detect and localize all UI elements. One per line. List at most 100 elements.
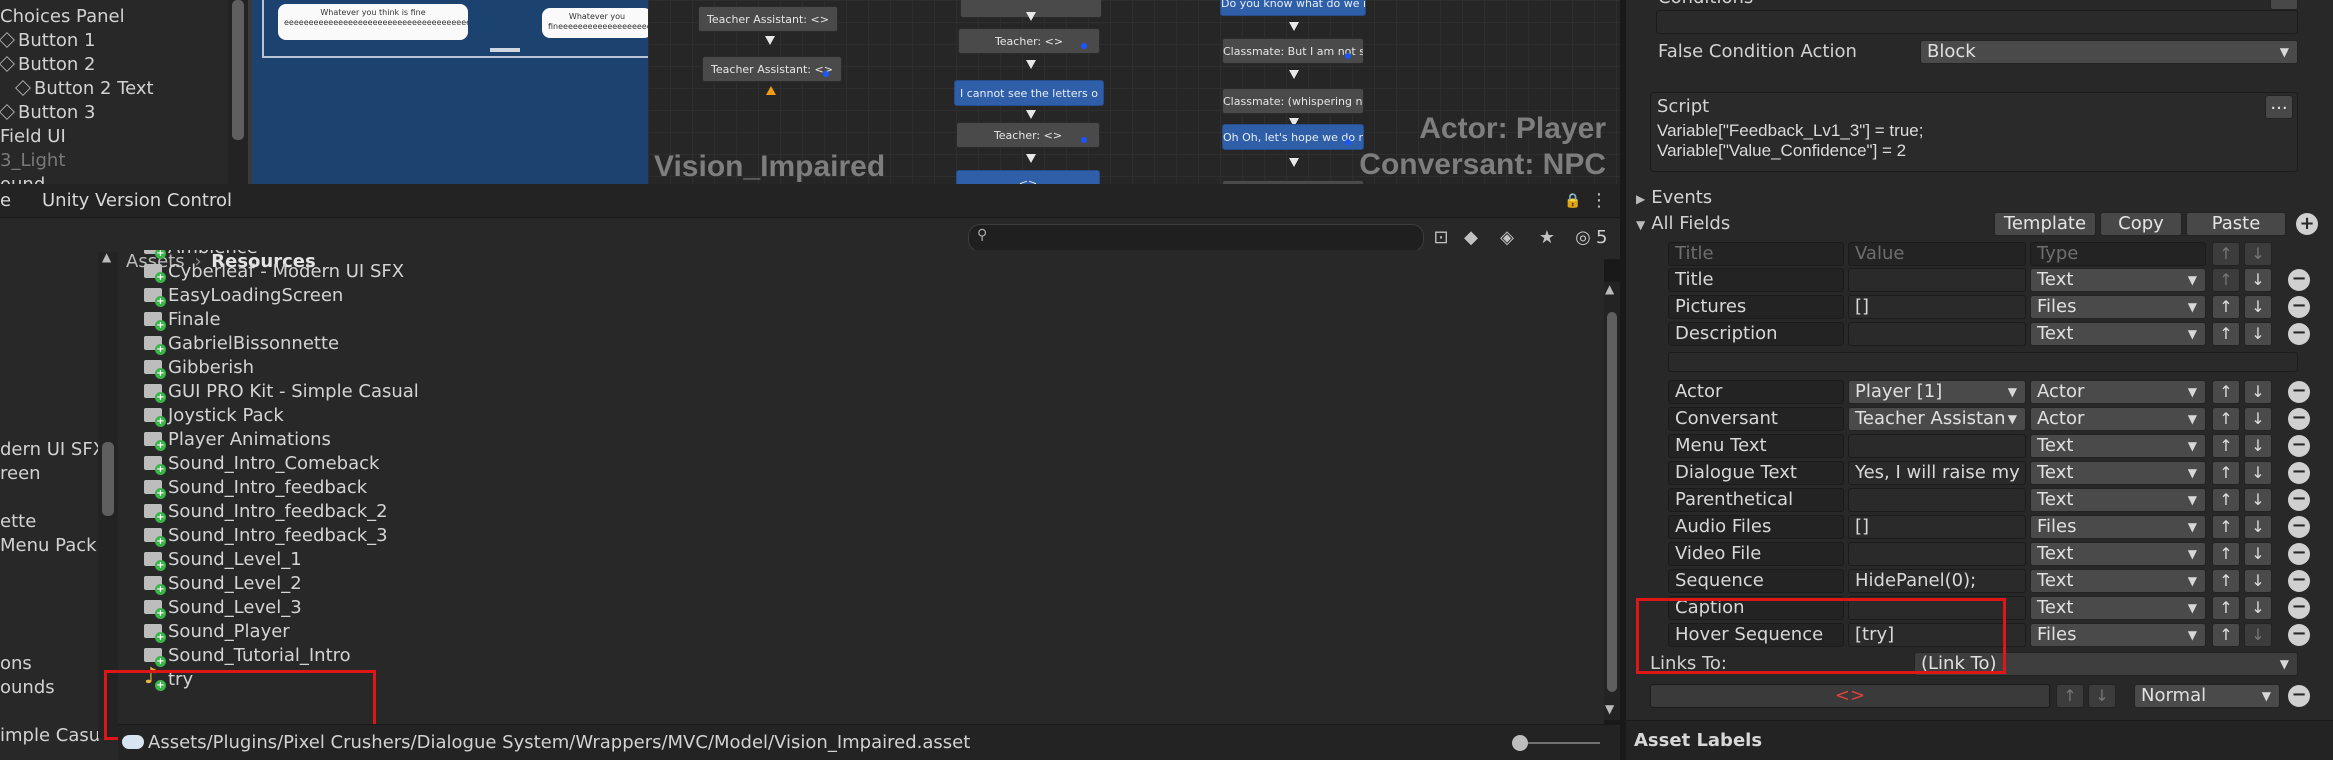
filter-by-type-icon[interactable]: ◆: [1458, 226, 1484, 250]
move-up-button[interactable]: ↑: [2212, 488, 2240, 512]
field-value[interactable]: [1848, 542, 2026, 566]
remove-field-icon[interactable]: −: [2288, 543, 2310, 565]
search-input[interactable]: ⚲: [968, 224, 1424, 252]
field-title[interactable]: Video File: [1668, 542, 1844, 566]
copy-button[interactable]: Copy: [2100, 212, 2182, 236]
field-type-dropdown[interactable]: Text ▼: [2030, 322, 2206, 346]
move-down-button[interactable]: ↓: [2244, 407, 2272, 431]
template-button[interactable]: Template: [1994, 212, 2096, 236]
move-down-button[interactable]: ↓: [2244, 380, 2272, 404]
scroll-up-arrow-icon[interactable]: ▲: [102, 250, 111, 264]
move-up-button[interactable]: ↑: [2212, 380, 2240, 404]
file-list-item[interactable]: Sound_Intro_feedback_3: [144, 524, 388, 548]
link-move-down-button[interactable]: ↓: [2088, 684, 2116, 708]
search-filter-icon[interactable]: ⊡: [1428, 226, 1454, 250]
icon-size-slider-handle[interactable]: [1512, 735, 1528, 751]
move-up-button[interactable]: ↑: [2212, 461, 2240, 485]
add-field-icon[interactable]: +: [2296, 213, 2318, 235]
remove-field-icon[interactable]: −: [2288, 597, 2310, 619]
field-title[interactable]: Pictures: [1668, 295, 1844, 319]
field-type-dropdown[interactable]: Text ▼: [2030, 569, 2206, 593]
folder-tree-item[interactable]: reen: [0, 462, 41, 486]
paste-button[interactable]: Paste: [2186, 212, 2286, 236]
filter-by-label-icon[interactable]: ◈: [1494, 226, 1520, 250]
field-value[interactable]: [1848, 268, 2026, 292]
remove-field-icon[interactable]: −: [2288, 624, 2310, 646]
move-down-button[interactable]: ↓: [2244, 488, 2272, 512]
field-title[interactable]: Description: [1668, 322, 1844, 346]
field-title[interactable]: Menu Text: [1668, 434, 1844, 458]
graph-node[interactable]: Teacher Assistant: <>: [702, 56, 842, 82]
tab-unity-version-control[interactable]: Unity Version Control: [42, 184, 232, 218]
scrollbar-thumb[interactable]: [232, 0, 244, 140]
hidden-packages-icon[interactable]: ◎: [1568, 226, 1598, 250]
script-wizard-button[interactable]: ...: [2265, 95, 2293, 119]
graph-node[interactable]: Classmate: But I am not su: [1222, 38, 1364, 64]
scroll-down-arrow-icon[interactable]: ▼: [1605, 702, 1614, 716]
hierarchy-scrollbar[interactable]: [228, 0, 248, 184]
link-move-up-button[interactable]: ↑: [2056, 684, 2084, 708]
field-value[interactable]: [1848, 434, 2026, 458]
folder-tree-item[interactable]: ette: [0, 510, 36, 534]
remove-field-icon[interactable]: −: [2288, 489, 2310, 511]
move-up-button[interactable]: ↑: [2212, 569, 2240, 593]
field-value-dropdown[interactable]: Teacher Assistan ▼: [1848, 407, 2026, 431]
graph-node[interactable]: Teacher Assistant: <>: [698, 6, 838, 32]
move-down-button[interactable]: ↓: [2244, 569, 2272, 593]
move-up-button[interactable]: ↑: [2212, 295, 2240, 319]
scrollbar-thumb[interactable]: [1607, 312, 1617, 692]
file-list-item[interactable]: Player Animations: [144, 428, 331, 452]
remove-link-icon[interactable]: −: [2288, 685, 2310, 707]
field-type-dropdown[interactable]: Text ▼: [2030, 434, 2206, 458]
move-up-button[interactable]: ↑: [2212, 542, 2240, 566]
move-down-button[interactable]: ↓: [2244, 322, 2272, 346]
graph-node[interactable]: Do you know what do we nee: [1220, 0, 1366, 16]
field-type-dropdown[interactable]: Text ▼: [2030, 461, 2206, 485]
file-list-scrollbar[interactable]: [1604, 282, 1620, 720]
move-up-button[interactable]: ↑: [2212, 434, 2240, 458]
file-list-item[interactable]: Sound_Level_3: [144, 596, 302, 620]
folder-tree-item[interactable]: ounds: [0, 676, 55, 700]
file-list-item[interactable]: Sound_Player: [144, 620, 290, 644]
field-type-dropdown[interactable]: Actor ▼: [2030, 380, 2206, 404]
move-up-button[interactable]: ↑: [2212, 623, 2240, 647]
file-list-item[interactable]: Sound_Intro_feedback: [144, 476, 367, 500]
remove-field-icon[interactable]: −: [2288, 296, 2310, 318]
remove-field-icon[interactable]: −: [2288, 269, 2310, 291]
graph-node[interactable]: Teacher: <>: [956, 122, 1100, 148]
events-foldout[interactable]: ▶ Events: [1636, 186, 1712, 210]
file-list-item[interactable]: EasyLoadingScreen: [144, 284, 343, 308]
icon-size-slider[interactable]: [1516, 742, 1600, 744]
field-title[interactable]: Sequence: [1668, 569, 1844, 593]
field-title[interactable]: Title: [1668, 268, 1844, 292]
all-fields-foldout[interactable]: ▼ All Fields: [1636, 212, 1730, 236]
folder-tree-item[interactable]: Menu Pack: [0, 534, 97, 558]
file-list-item[interactable]: Ambience: [144, 250, 258, 260]
remove-field-icon[interactable]: −: [2288, 323, 2310, 345]
field-title[interactable]: Actor: [1668, 380, 1844, 404]
response-bubble-right[interactable]: Whatever you fineeeeeeeeeeeeeeeeeee: [542, 8, 648, 38]
move-down-button[interactable]: ↓: [2244, 434, 2272, 458]
folder-tree-scrollbar[interactable]: [98, 252, 118, 738]
field-type-dropdown[interactable]: Text ▼: [2030, 488, 2206, 512]
conditions-menu-button[interactable]: [2270, 0, 2298, 10]
field-type-dropdown[interactable]: Files ▼: [2030, 295, 2206, 319]
graph-node[interactable]: I cannot see the letters o: [954, 80, 1104, 106]
scrollbar-thumb[interactable]: [102, 442, 114, 516]
hierarchy-item[interactable]: Button 3: [0, 101, 95, 125]
file-list-item[interactable]: Sound_Intro_feedback_2: [144, 500, 388, 524]
remove-field-icon[interactable]: −: [2288, 462, 2310, 484]
folder-tree-item[interactable]: ons: [0, 652, 32, 676]
file-list-item[interactable]: Sound_Level_2: [144, 572, 302, 596]
file-list-item[interactable]: Finale: [144, 308, 221, 332]
field-value[interactable]: []: [1848, 295, 2026, 319]
remove-field-icon[interactable]: −: [2288, 435, 2310, 457]
field-title[interactable]: Audio Files: [1668, 515, 1844, 539]
description-area[interactable]: [1668, 352, 2298, 372]
hierarchy-item[interactable]: 3_Light: [0, 149, 65, 173]
field-type-dropdown[interactable]: Text ▼: [2030, 596, 2206, 620]
dialogue-graph-canvas[interactable]: Teacher Assistant: <> Teacher Assistant:…: [648, 0, 1620, 184]
move-up-button[interactable]: ↑: [2212, 596, 2240, 620]
field-type-dropdown[interactable]: Actor ▼: [2030, 407, 2206, 431]
field-type-dropdown[interactable]: Text ▼: [2030, 542, 2206, 566]
